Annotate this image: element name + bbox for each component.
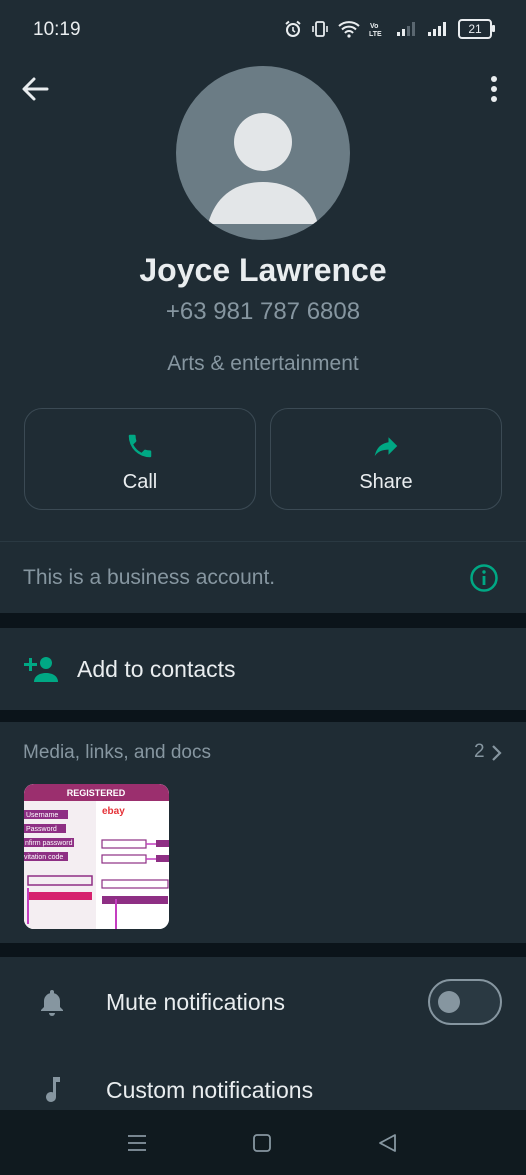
thumb-field: Password	[26, 826, 57, 833]
thumb-banner: REGISTERED	[67, 788, 126, 798]
media-thumbnail[interactable]: REGISTERED Username Password nfirm passw…	[24, 784, 169, 929]
toggle-knob	[438, 991, 460, 1013]
wifi-icon	[338, 21, 360, 38]
call-label: Call	[122, 471, 158, 493]
alarm-icon	[285, 20, 301, 37]
volte-icon: VoLTE	[369, 23, 382, 38]
share-button[interactable]: Share	[270, 408, 502, 510]
info-icon[interactable]	[469, 563, 499, 593]
thumb-field: vitation code	[24, 854, 63, 861]
back-icon[interactable]	[376, 1132, 398, 1154]
back-arrow-icon[interactable]	[20, 74, 50, 104]
business-category: Arts & entertainment	[167, 352, 359, 375]
chevron-right-icon[interactable]	[490, 744, 504, 762]
recent-apps-icon[interactable]	[126, 1132, 148, 1154]
custom-notifications-label: Custom notifications	[106, 1077, 314, 1103]
bell-icon	[41, 990, 63, 1016]
profile-header: Joyce Lawrence +63 981 787 6808 Arts & e…	[0, 46, 526, 541]
add-person-icon	[24, 657, 58, 682]
share-label: Share	[359, 471, 413, 493]
battery-icon: 21	[458, 19, 495, 39]
contact-phone: +63 981 787 6808	[165, 298, 361, 325]
svg-text:LTE: LTE	[369, 31, 382, 38]
signal-icon	[428, 22, 446, 36]
phone-icon	[128, 434, 152, 458]
status-bar: 10:19 Vo LTE 21	[0, 0, 526, 46]
add-to-contacts-row[interactable]: Add to contacts	[0, 628, 526, 710]
thumb-field: nfirm password	[25, 840, 73, 847]
signal-icon	[397, 22, 415, 36]
business-account-row[interactable]: This is a business account.	[0, 542, 526, 613]
thumb-brand: ebay	[102, 806, 125, 817]
thumb-field: Username	[26, 812, 58, 819]
svg-text:Vo: Vo	[370, 23, 378, 30]
home-icon[interactable]	[251, 1132, 273, 1154]
section-gap	[0, 943, 526, 957]
media-count[interactable]: 2	[474, 741, 485, 763]
status-time: 10:19	[33, 19, 81, 40]
add-to-contacts-label: Add to contacts	[77, 656, 236, 682]
music-note-icon	[46, 1077, 60, 1102]
mute-notifications-label: Mute notifications	[106, 989, 285, 1015]
vibrate-icon	[312, 21, 328, 37]
system-nav-bar	[0, 1110, 526, 1175]
section-gap	[0, 710, 526, 722]
call-button[interactable]: Call	[24, 408, 256, 510]
avatar[interactable]	[176, 66, 350, 240]
status-icons: Vo LTE 21	[284, 16, 495, 42]
mute-toggle[interactable]	[428, 979, 502, 1025]
registration-screenshot-image: REGISTERED Username Password nfirm passw…	[24, 784, 169, 929]
business-account-text: This is a business account.	[23, 566, 276, 589]
media-section: Media, links, and docs 2 REGISTERED User…	[0, 722, 526, 943]
default-avatar-icon	[208, 113, 318, 224]
section-gap	[0, 613, 526, 628]
contact-name: Joyce Lawrence	[139, 252, 387, 288]
media-title[interactable]: Media, links, and docs	[23, 742, 211, 764]
mute-notifications-row[interactable]: Mute notifications	[0, 957, 526, 1047]
more-options-icon[interactable]	[484, 74, 504, 104]
battery-level: 21	[468, 22, 482, 36]
share-icon	[374, 437, 398, 456]
